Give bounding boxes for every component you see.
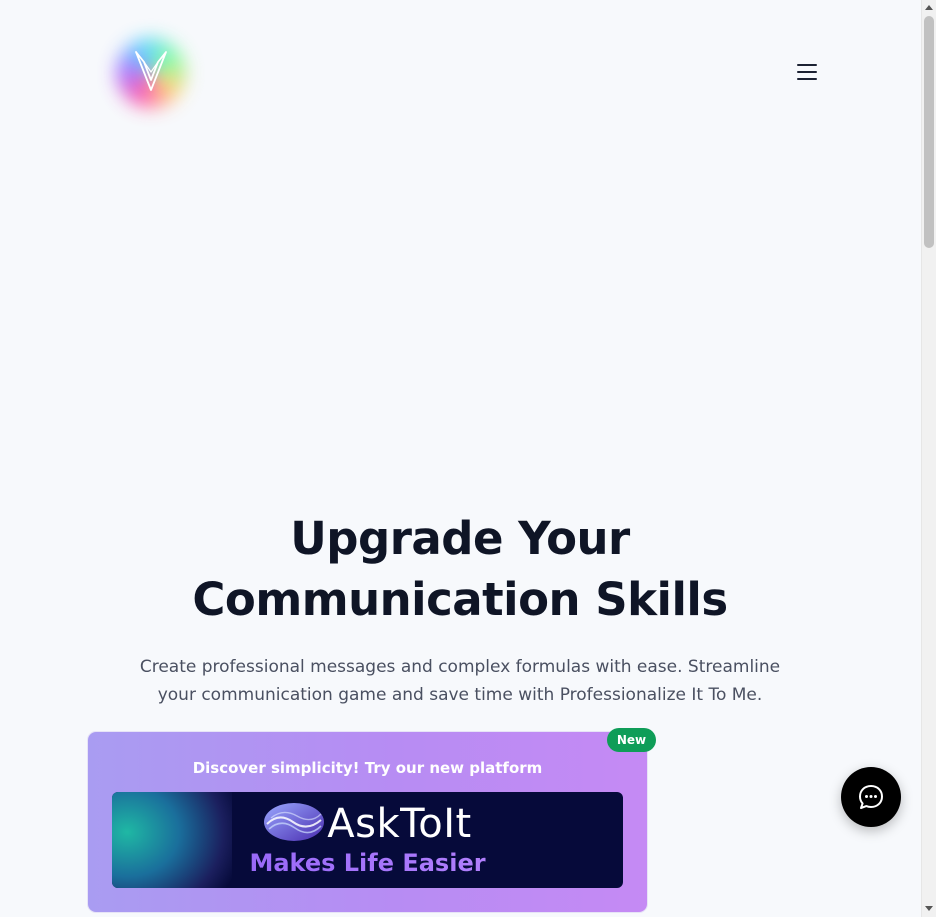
page-scrollbar[interactable] [921, 0, 936, 917]
menu-button[interactable] [791, 58, 823, 86]
promo-card: Discover simplicity! Try our new platfor… [88, 732, 647, 912]
hero-title: Upgrade Your Communication Skills [192, 512, 728, 626]
scroll-thumb[interactable] [924, 16, 934, 248]
hero-subtitle: Create professional messages and complex… [139, 657, 781, 705]
wave-orb-icon [264, 803, 325, 841]
scroll-up-arrow-icon[interactable] [925, 5, 933, 10]
hamburger-menu-icon-line [797, 78, 817, 80]
banner-brand-text: AskToIt [327, 801, 472, 847]
v-brand-logo-icon [135, 51, 167, 91]
hamburger-menu-icon [797, 64, 817, 66]
scroll-down-arrow-icon[interactable] [925, 906, 933, 911]
site-logo[interactable] [108, 32, 194, 112]
banner-brand: AskToIt [112, 800, 623, 848]
promo-text: Discover simplicity! Try our new platfor… [192, 759, 543, 777]
new-badge: New [607, 728, 656, 752]
asktoit-banner[interactable]: AskToIt Makes Life Easier [112, 792, 623, 888]
chat-bubble-icon [859, 785, 883, 809]
page: Upgrade Your Communication Skills Create… [0, 0, 921, 917]
chat-button[interactable] [841, 767, 901, 827]
hamburger-menu-icon-line [797, 71, 817, 73]
banner-tagline: Makes Life Easier [112, 848, 623, 878]
